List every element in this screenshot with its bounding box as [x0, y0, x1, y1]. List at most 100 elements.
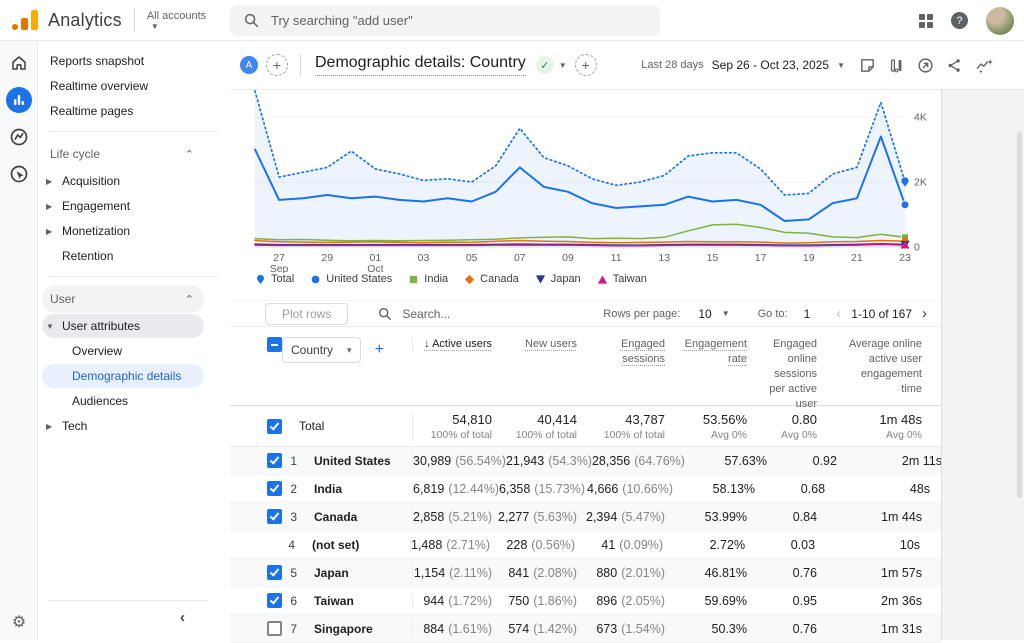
- add-property-button[interactable]: +: [266, 54, 288, 76]
- insights-icon[interactable]: [975, 57, 994, 74]
- nav-item-label: Retention: [62, 249, 113, 263]
- metric-value: 58.13%: [713, 482, 755, 496]
- row-number: 3: [282, 510, 297, 524]
- scrollbar-thumb[interactable]: [1017, 132, 1022, 498]
- dimension-selector[interactable]: Country▾: [282, 337, 361, 363]
- divider: [48, 600, 208, 601]
- column-header-text: Engaged online sessions per active user: [769, 338, 817, 410]
- add-note-icon[interactable]: [859, 57, 876, 74]
- sidebar-item-user-attributes[interactable]: ▼User attributes: [42, 314, 204, 338]
- sidebar-item-tech[interactable]: ▶Tech: [42, 414, 204, 438]
- column-header-label: Average online active user engagement ti…: [842, 337, 922, 397]
- sidebar-item-acquisition[interactable]: ▶Acquisition: [42, 169, 204, 193]
- row-checkbox[interactable]: [267, 481, 282, 496]
- legend-item-canada[interactable]: Canada: [464, 273, 519, 285]
- sidebar-item-monetization[interactable]: ▶Monetization: [42, 219, 204, 243]
- user-avatar[interactable]: [986, 7, 1014, 35]
- legend-item-united-states[interactable]: United States: [310, 273, 392, 285]
- sidebar-item-demographic-details[interactable]: Demographic details: [42, 364, 204, 388]
- settings-gear-icon[interactable]: ⚙: [0, 612, 38, 632]
- advertising-icon[interactable]: [6, 161, 32, 187]
- date-range-value[interactable]: Sep 26 - Oct 23, 2025: [712, 58, 829, 72]
- column-header-0[interactable]: ↓ Active users: [412, 337, 492, 352]
- edit-comparisons-icon[interactable]: [888, 57, 905, 74]
- column-header-3[interactable]: Engagement rate: [665, 337, 747, 367]
- table-row-united-states: 1United States30,989(56.54%)21,943(54.3%…: [230, 447, 941, 475]
- column-header-2[interactable]: Engaged sessions: [577, 337, 665, 367]
- rows-per-page-value[interactable]: 10: [698, 307, 711, 321]
- report-title[interactable]: Demographic details: Country: [315, 54, 526, 76]
- country-name: India: [297, 482, 412, 496]
- legend-item-india[interactable]: India: [408, 273, 448, 285]
- legend-item-taiwan[interactable]: Taiwan: [597, 273, 647, 285]
- chevron-down-icon: ▼: [151, 22, 159, 31]
- select-all-checkbox[interactable]: [267, 337, 282, 352]
- collapse-nav-icon[interactable]: ‹: [180, 609, 185, 626]
- metric-cell: 53.99%: [665, 510, 747, 524]
- sidebar-item-audiences[interactable]: Audiences: [42, 389, 204, 413]
- column-header-4[interactable]: Engaged online sessions per active user: [747, 337, 817, 412]
- row-checkbox-cell: [230, 621, 282, 636]
- metric-cell: 21,943 (54.3%): [506, 454, 592, 468]
- plot-rows-button[interactable]: Plot rows: [265, 303, 348, 325]
- metric-value: 2,858: [413, 510, 444, 524]
- row-checkbox-cell: [230, 565, 282, 580]
- metric-value: 6,358: [499, 482, 530, 496]
- chevron-down-icon[interactable]: ▼: [722, 309, 730, 318]
- property-avatar[interactable]: A: [240, 56, 258, 74]
- table-header-checkbox-cell: [230, 337, 282, 352]
- row-checkbox[interactable]: [267, 509, 282, 524]
- nav-section-user[interactable]: User⌃: [42, 285, 204, 313]
- table-search-input[interactable]: Search...: [378, 307, 450, 321]
- metric-cell: 2.72%: [663, 538, 745, 552]
- metric-cell: 750(1.86%): [492, 594, 577, 608]
- total-row-checkbox[interactable]: [267, 419, 282, 434]
- sidebar-item-reports-snapshot[interactable]: Reports snapshot: [42, 49, 204, 73]
- sidebar-item-engagement[interactable]: ▶Engagement: [42, 194, 204, 218]
- svg-text:11: 11: [611, 252, 622, 264]
- chevron-down-icon[interactable]: ▼: [559, 61, 567, 70]
- account-switcher[interactable]: All accounts ▼: [147, 10, 206, 31]
- column-header-1[interactable]: New users: [492, 337, 577, 352]
- table-row-canada: 3Canada2,858(5.21%)2,277(5.63%)2,394(5.4…: [230, 503, 941, 531]
- chevron-down-icon[interactable]: ▼: [837, 61, 845, 70]
- row-checkbox[interactable]: [267, 593, 282, 608]
- country-name: Japan: [297, 566, 412, 580]
- right-gutter: [942, 90, 1024, 640]
- nav-section-life-cycle[interactable]: Life cycle⌃: [42, 140, 204, 168]
- row-checkbox[interactable]: [267, 453, 282, 468]
- sidebar-item-retention[interactable]: Retention: [42, 244, 204, 268]
- legend-item-total[interactable]: Total: [255, 273, 294, 285]
- sidebar-item-overview[interactable]: Overview: [42, 339, 204, 363]
- home-icon[interactable]: [6, 50, 32, 76]
- share-icon[interactable]: [946, 57, 963, 74]
- next-page-icon[interactable]: ›: [922, 305, 927, 322]
- add-report-button[interactable]: +: [575, 54, 597, 76]
- row-checkbox[interactable]: [267, 565, 282, 580]
- table-toolbar: Plot rows Search... Rows per page: 10 ▼ …: [230, 300, 941, 327]
- analytics-home-link[interactable]: Analytics: [0, 9, 122, 31]
- sidebar-item-realtime-overview[interactable]: Realtime overview: [42, 74, 204, 98]
- benchmarking-icon[interactable]: [917, 57, 934, 74]
- saved-check-icon[interactable]: ✓: [536, 56, 554, 74]
- metric-percent: (54.3%): [548, 454, 592, 468]
- metric-value: 0.76: [793, 566, 817, 580]
- add-dimension-icon[interactable]: +: [375, 341, 384, 359]
- legend-marker-icon: [464, 274, 475, 285]
- apps-grid-icon[interactable]: [919, 14, 933, 28]
- legend-item-japan[interactable]: Japan: [535, 273, 581, 285]
- row-checkbox[interactable]: [267, 621, 282, 636]
- column-header-label: Engaged online sessions per active user: [759, 337, 817, 412]
- explore-icon[interactable]: [6, 124, 32, 150]
- row-number: 6: [282, 594, 297, 608]
- help-icon[interactable]: ?: [951, 12, 968, 29]
- legend-label: Japan: [551, 273, 581, 285]
- metric-value: 21,943: [506, 454, 544, 468]
- column-header-5[interactable]: Average online active user engagement ti…: [817, 337, 943, 397]
- previous-page-icon[interactable]: ‹: [836, 305, 841, 322]
- reports-icon[interactable]: [6, 87, 32, 113]
- global-search-input[interactable]: Try searching "add user": [230, 5, 660, 36]
- sidebar-item-realtime-pages[interactable]: Realtime pages: [42, 99, 204, 123]
- goto-input[interactable]: 1: [804, 307, 811, 321]
- metric-percent: (2.71%): [446, 538, 490, 552]
